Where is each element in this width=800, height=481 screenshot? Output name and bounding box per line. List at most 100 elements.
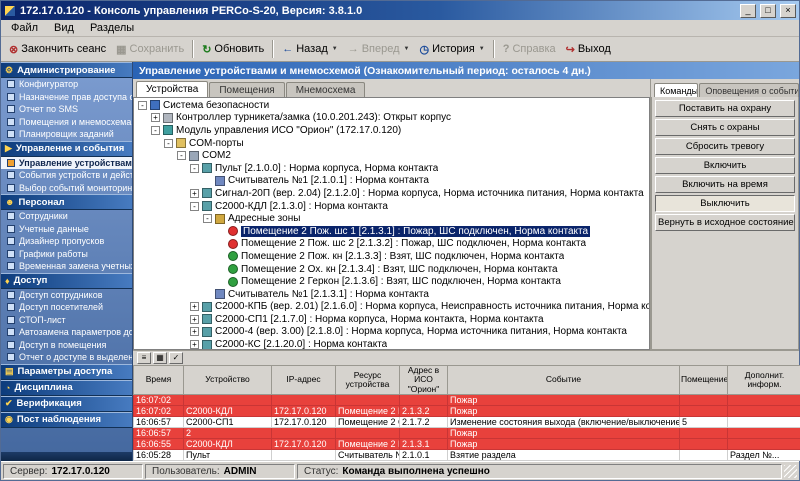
event-row[interactable]: 16:06:572Пожар [134,428,800,439]
expander-icon[interactable]: - [190,202,199,211]
tree-node-orion-module[interactable]: -Модуль управления ИСО "Орион" (172.17.0… [134,124,649,137]
restore-state-button[interactable]: Вернуть в исходное состояние [655,214,795,231]
filter-icon[interactable]: ≡ [137,352,151,364]
tree-node-zone-fire-2[interactable]: Помещение 2 Пож. шс 2 [2.1.3.2] : Пожар,… [134,238,649,251]
col-extra-info[interactable]: Дополнит. информ. [728,365,800,394]
sidebar-item-device-events[interactable]: События устройств и действ... [1,169,132,182]
event-row[interactable]: 16:07:02Пожар [134,395,800,406]
sidebar-item-access-report[interactable]: Отчет о доступе в выделенн... [1,351,132,364]
tree-node-pult[interactable]: -Пульт [2.1.0.0] : Норма корпуса, Норма … [134,162,649,175]
disarm-button[interactable]: Снять с охраны [655,119,795,136]
sidebar-item-temp-replacement[interactable]: Временная замена учетных ... [1,260,132,273]
checkmark-icon[interactable]: ✓ [169,352,183,364]
col-device[interactable]: Устройство [184,365,272,394]
back-button[interactable]: ← Назад ▼ [277,41,342,57]
event-row[interactable]: 16:06:57С2000-СП1172.17.0.120Помещение 2… [134,417,800,428]
sidebar-item-auto-replace-params[interactable]: Автозамена параметров дос... [1,326,132,339]
minimize-button[interactable]: _ [740,4,756,18]
arm-button[interactable]: Поставить на охрану [655,100,795,117]
sidebar-section-verification[interactable]: ✔ Верификация [1,396,132,412]
tree-node-zone-fire-1[interactable]: Помещение 2 Пож. шс 1 [2.1.3.1] : Пожар,… [134,225,649,238]
tab-rooms[interactable]: Помещения [209,82,284,97]
tree-node-com-ports[interactable]: -COM-порты [134,137,649,150]
tree-node-s2000-kdl[interactable]: -С2000-КДЛ [2.1.3.0] : Норма контакта [134,200,649,213]
tree-node-reader1[interactable]: Считыватель №1 [2.1.0.1] : Норма контакт… [134,175,649,188]
forward-dropdown-icon[interactable]: ▼ [404,46,410,52]
sidebar-section-access[interactable]: ♦ Доступ [1,273,132,289]
tree-node-kdl-reader[interactable]: Считыватель №1 [2.1.3.1] : Норма контакт… [134,288,649,301]
col-room[interactable]: Помещение [680,365,728,394]
tree-node-zone-fire-btn[interactable]: Помещение 2 Пож. кн [2.1.3.3] : Взят, ШС… [134,250,649,263]
expander-icon[interactable]: - [190,164,199,173]
tree-node-turnstile-controller[interactable]: +Контроллер турникета/замка (10.0.201.24… [134,112,649,125]
tab-commands[interactable]: Команды [654,83,698,97]
end-session-button[interactable]: ⊗ Закончить сеанс [4,41,111,58]
sidebar-item-device-control[interactable]: Управление устройствами и мн... [1,157,132,170]
tree-node-s2000-kpb[interactable]: +С2000-КПБ (вер. 2.01) [2.1.6.0] : Норма… [134,301,649,314]
history-button[interactable]: ◷ История ▼ [415,41,490,58]
sidebar-item-visitor-access[interactable]: Доступ посетителей [1,301,132,314]
help-button[interactable]: ? Справка [498,41,561,57]
event-row[interactable]: 16:05:28ПультСчитыватель N2.1.0.1Взятие … [134,450,800,461]
sidebar-section-administration[interactable]: ⚙ Администрирование [1,62,132,78]
col-resource[interactable]: Ресурс устройства [336,365,400,394]
sidebar-section-access-params[interactable]: ▤ Параметры доступа [1,364,132,380]
tree-node-com2[interactable]: -COM2 [134,149,649,162]
tab-mnemoscheme[interactable]: Мнемосхема [286,82,366,97]
sidebar-item-employees[interactable]: Сотрудники [1,210,132,223]
sidebar-section-discipline[interactable]: ◔ Дисциплина [1,380,132,396]
tree-node-signal20p[interactable]: +Сигнал-20П (вер. 2.04) [2.1.2.0] : Норм… [134,187,649,200]
sidebar-item-stop-list[interactable]: СТОП-лист [1,314,132,327]
expander-icon[interactable]: - [138,101,147,110]
refresh-button[interactable]: ↻ Обновить [197,41,269,58]
sidebar-item-sms-report[interactable]: Отчет по SMS [1,103,132,116]
tree-node-s2000-ks[interactable]: +С2000-КС [2.1.20.0] : Норма контакта [134,338,649,350]
menu-sections[interactable]: Разделы [82,21,142,35]
sidebar-section-observation-post[interactable]: ◉ Пост наблюдения [1,412,132,428]
back-dropdown-icon[interactable]: ▼ [332,46,338,52]
sidebar-item-work-schedules[interactable]: Графики работы [1,248,132,261]
sidebar-item-room-access[interactable]: Доступ в помещения [1,339,132,352]
tree-node-address-zones[interactable]: -Адресные зоны [134,212,649,225]
tree-node-zone-guard-btn[interactable]: Помещение 2 Ох. кн [2.1.3.4] : Взят, ШС … [134,263,649,276]
close-button[interactable]: × [780,4,796,18]
tab-event-notifications[interactable]: Оповещения о событиях [699,83,799,97]
sidebar-item-badge-designer[interactable]: Дизайнер пропусков [1,235,132,248]
sidebar-item-monitoring-events[interactable]: Выбор событий мониторинга [1,182,132,195]
expander-icon[interactable]: + [190,340,199,349]
expander-icon[interactable]: + [190,315,199,324]
columns-icon[interactable]: ▦ [153,352,167,364]
expander-icon[interactable]: + [190,302,199,311]
menu-file[interactable]: Файл [3,21,46,35]
turn-on-button[interactable]: Включить [655,157,795,174]
sidebar-section-personnel[interactable]: ☻ Персонал [1,194,132,210]
maximize-button[interactable]: □ [760,4,776,18]
col-ip[interactable]: IP-адрес [272,365,336,394]
sidebar-item-access-rights[interactable]: Назначение прав доступа о... [1,91,132,104]
turn-on-timed-button[interactable]: Включить на время [655,176,795,193]
reset-alarm-button[interactable]: Сбросить тревогу [655,138,795,155]
tab-devices[interactable]: Устройства [136,81,208,97]
sidebar-section-control-events[interactable]: ▶ Управление и события [1,141,132,157]
col-orion-address[interactable]: Адрес в ИСО "Орион" [400,365,448,394]
expander-icon[interactable]: + [190,189,199,198]
expander-icon[interactable]: - [151,126,160,135]
event-row[interactable]: 16:06:55С2000-КДЛ172.17.0.120Помещение 2… [134,439,800,450]
col-event[interactable]: Событие [448,365,680,394]
history-dropdown-icon[interactable]: ▼ [479,46,485,52]
save-button[interactable]: ▦ Сохранить [111,41,189,58]
col-time[interactable]: Время [134,365,184,394]
expander-icon[interactable]: + [151,113,160,122]
resize-grip[interactable] [784,465,797,478]
expander-icon[interactable]: + [190,327,199,336]
sidebar-item-configurator[interactable]: Конфигуратор [1,78,132,91]
sidebar-item-credentials[interactable]: Учетные данные [1,223,132,236]
exit-button[interactable]: ↪ Выход [561,41,616,58]
sidebar-item-task-scheduler[interactable]: Планировщик заданий [1,128,132,141]
expander-icon[interactable]: - [177,151,186,160]
sidebar-item-employee-access[interactable]: Доступ сотрудников [1,289,132,302]
tree-node-s2000-4[interactable]: +С2000-4 (вер. 3.00) [2.1.8.0] : Норма к… [134,326,649,339]
expander-icon[interactable]: - [164,139,173,148]
sidebar-item-rooms-mnemo[interactable]: Помещения и мнемосхема [1,116,132,129]
menu-view[interactable]: Вид [46,21,82,35]
